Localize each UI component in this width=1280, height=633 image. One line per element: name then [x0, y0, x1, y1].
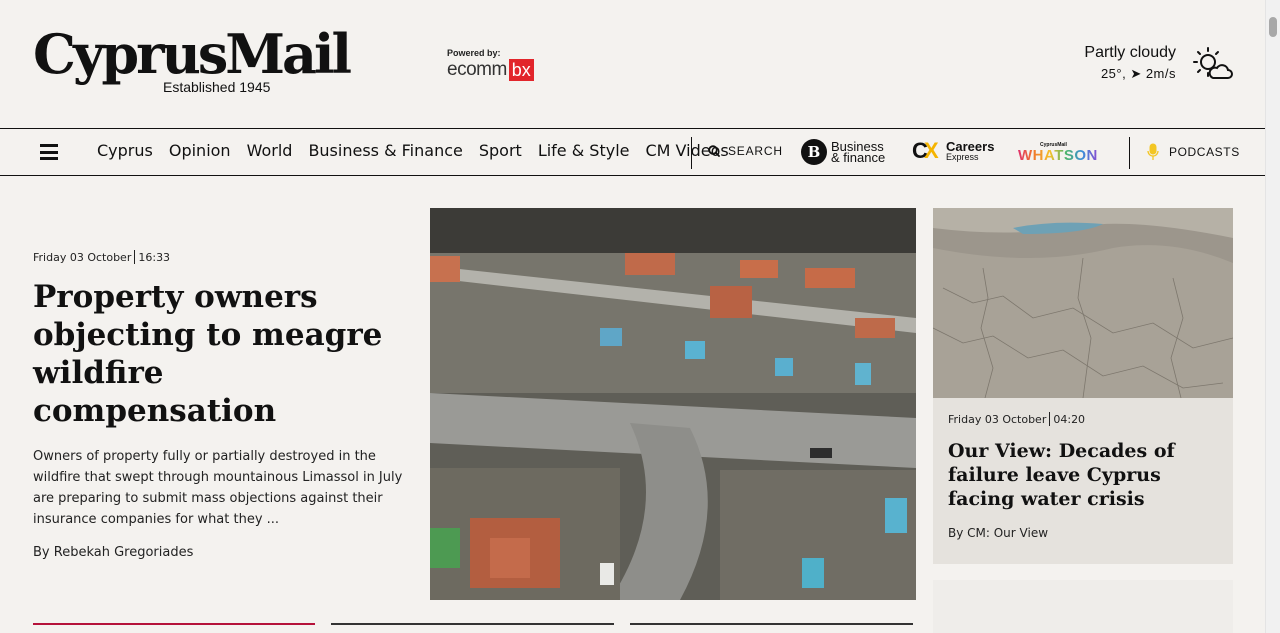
page-scrollbar[interactable]	[1265, 0, 1280, 633]
ecommbx-logo-part2: bx	[508, 59, 534, 81]
weather-details: 25°, ➤ 2m/s	[1100, 66, 1176, 81]
whatson-link[interactable]: CyprusMail WHATSON	[1018, 142, 1098, 164]
side-story-meta: Friday 03 October 04:20	[948, 412, 1218, 426]
careers-express-link[interactable]: CX Careers Express	[912, 138, 995, 164]
business-finance-line2: & finance	[831, 150, 886, 165]
nav-item-world[interactable]: World	[247, 141, 293, 160]
aerial-photo-illustration	[430, 208, 916, 600]
lead-story-title[interactable]: Property owners objecting to meagre wild…	[33, 278, 403, 430]
podcasts-link[interactable]: PODCASTS	[1147, 143, 1240, 161]
lead-story: Friday 03 October 16:33 Property owners …	[33, 250, 403, 560]
logo-wordmark[interactable]: CyprusMail	[33, 26, 352, 82]
dry-reservoir-illustration	[933, 208, 1233, 398]
ecommbx-logo-part1: ecomm	[447, 59, 507, 80]
masthead: CyprusMail Established 1945 Powered by: …	[0, 0, 1265, 128]
lead-story-image[interactable]	[430, 208, 916, 600]
search-button[interactable]: SEARCH	[708, 144, 783, 158]
whatson-small-label: CyprusMail	[1040, 142, 1067, 148]
meta-separator	[1049, 412, 1051, 426]
side-story-time: 04:20	[1053, 412, 1086, 426]
side-story-card[interactable]: Friday 03 October 04:20 Our View: Decade…	[933, 208, 1233, 564]
careers-logo-icon: CX	[912, 138, 939, 163]
powered-by[interactable]: Powered by: ecomm bx	[447, 48, 534, 81]
microphone-icon	[1147, 143, 1159, 160]
teaser-top-rule	[630, 623, 913, 625]
nav-item-cyprus[interactable]: Cyprus	[97, 141, 153, 160]
main-nav: Cyprus Opinion World Business & Finance …	[0, 128, 1265, 176]
lead-story-meta: Friday 03 October 16:33	[33, 250, 403, 264]
careers-line1: Careers	[946, 139, 995, 154]
scrollbar-thumb[interactable]	[1269, 17, 1277, 37]
meta-separator	[134, 250, 136, 264]
menu-icon[interactable]	[40, 144, 58, 160]
side-story-image[interactable]	[933, 208, 1233, 398]
sun-cloud-icon	[1193, 47, 1233, 79]
search-label: SEARCH	[728, 144, 783, 158]
teaser-top-rule	[33, 623, 315, 625]
powered-by-label: Powered by:	[447, 48, 501, 58]
side-story-body: Friday 03 October 04:20 Our View: Decade…	[933, 398, 1233, 540]
logo-established: Established 1945	[163, 79, 271, 95]
weather-widget: Partly cloudy 25°, ➤ 2m/s	[1084, 44, 1176, 82]
ad-placeholder	[933, 580, 1233, 633]
lead-story-time: 16:33	[138, 250, 171, 264]
lead-story-summary: Owners of property fully or partially de…	[33, 449, 403, 527]
careers-text: Careers Express	[946, 139, 995, 162]
nav-item-life-style[interactable]: Life & Style	[538, 141, 630, 160]
nav-links: Cyprus Opinion World Business & Finance …	[97, 141, 745, 160]
podcasts-label: PODCASTS	[1169, 145, 1240, 159]
whatson-wordmark-text: WHATSON	[1018, 147, 1098, 164]
teaser-top-rule	[331, 623, 614, 625]
ecommbx-logo[interactable]: ecomm bx	[447, 59, 534, 81]
nav-item-business-finance[interactable]: Business & Finance	[308, 141, 462, 160]
site-logo[interactable]: CyprusMail Established 1945	[33, 26, 352, 95]
search-icon	[708, 145, 720, 157]
business-finance-text: Business & finance	[831, 140, 886, 165]
nav-divider	[1129, 137, 1130, 169]
business-finance-badge-icon: B	[801, 139, 827, 165]
business-finance-link[interactable]: B Business & finance	[801, 139, 885, 165]
side-story-date: Friday 03 October	[948, 412, 1047, 426]
weather-condition: Partly cloudy	[1084, 44, 1176, 61]
nav-item-sport[interactable]: Sport	[479, 141, 522, 160]
lead-story-byline[interactable]: By Rebekah Gregoriades	[33, 545, 403, 560]
side-story-title[interactable]: Our View: Decades of failure leave Cypru…	[948, 439, 1218, 511]
nav-divider	[691, 137, 692, 169]
whatson-wordmark: WHATSON	[1018, 147, 1098, 164]
side-story-byline[interactable]: By CM: Our View	[948, 526, 1218, 540]
nav-item-opinion[interactable]: Opinion	[169, 141, 231, 160]
lead-story-date: Friday 03 October	[33, 250, 132, 264]
